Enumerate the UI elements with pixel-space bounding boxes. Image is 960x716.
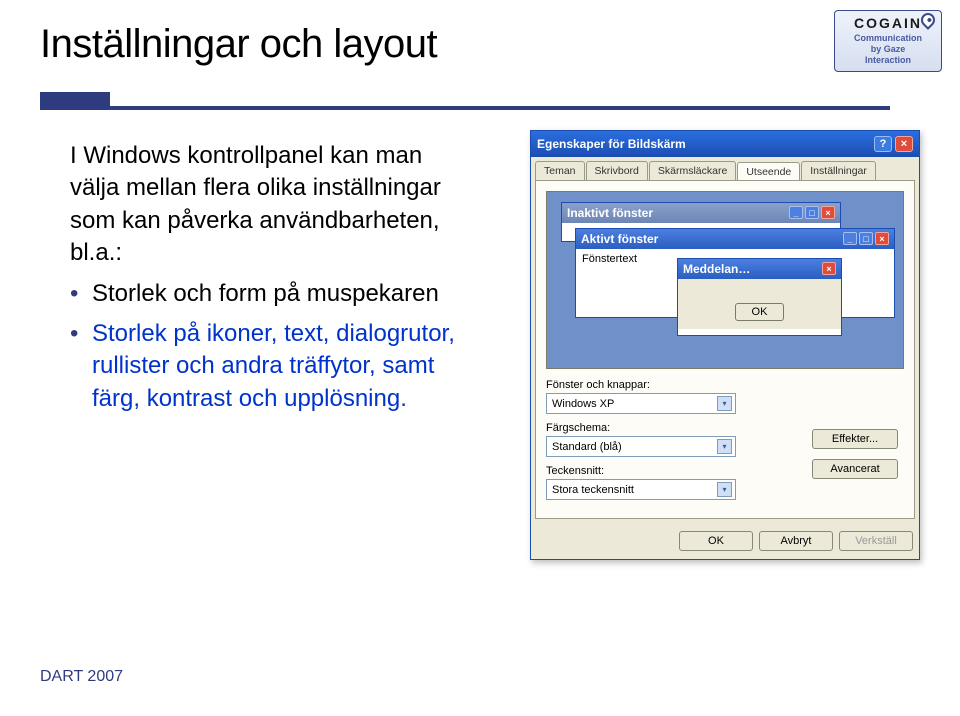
ok-button[interactable]: OK bbox=[735, 303, 785, 321]
title-underline bbox=[40, 92, 110, 110]
select-font-size[interactable]: Stora teckensnitt ▾ bbox=[546, 479, 736, 500]
minimize-icon: _ bbox=[843, 232, 857, 245]
page-title: Inställningar och layout bbox=[0, 0, 960, 67]
maximize-icon: □ bbox=[859, 232, 873, 245]
maximize-icon: □ bbox=[805, 206, 819, 219]
minimize-icon: _ bbox=[789, 206, 803, 219]
bullet-item: Storlek och form på muspekaren bbox=[70, 278, 470, 310]
body-text: I Windows kontrollpanel kan man välja me… bbox=[70, 140, 470, 423]
footer-text: DART 2007 bbox=[40, 668, 123, 686]
dialog-title-text: Egenskaper för Bildskärm bbox=[537, 137, 686, 151]
close-icon: × bbox=[821, 206, 835, 219]
label-windows-buttons: Fönster och knappar: bbox=[546, 379, 904, 391]
tab-settings[interactable]: Inställningar bbox=[801, 161, 876, 180]
slide: Inställningar och layout COGAIN Communic… bbox=[0, 0, 960, 716]
dialog-bottom-buttons: OK Avbryt Verkställ bbox=[531, 523, 919, 559]
tab-themes[interactable]: Teman bbox=[535, 161, 585, 180]
tab-strip: Teman Skrivbord Skärmsläckare Utseende I… bbox=[531, 157, 919, 180]
advanced-button[interactable]: Avancerat bbox=[812, 459, 898, 479]
bullet-item: Storlek på ikoner, text, dialogrutor, ru… bbox=[70, 318, 470, 415]
logo-tagline: Communication by Gaze Interaction bbox=[839, 33, 937, 65]
chevron-down-icon: ▾ bbox=[717, 482, 732, 497]
intro-paragraph: I Windows kontrollpanel kan man välja me… bbox=[70, 140, 470, 270]
apply-button[interactable]: Verkställ bbox=[839, 531, 913, 551]
help-button[interactable]: ? bbox=[874, 136, 892, 152]
appearance-preview: Inaktivt fönster _ □ × Aktivt fönster _ bbox=[546, 191, 904, 369]
preview-message-box: Meddelan… × OK bbox=[677, 258, 842, 336]
chevron-down-icon: ▾ bbox=[717, 439, 732, 454]
tab-appearance[interactable]: Utseende bbox=[737, 162, 800, 181]
tab-panel: Inaktivt fönster _ □ × Aktivt fönster _ bbox=[535, 180, 915, 519]
tab-screensaver[interactable]: Skärmsläckare bbox=[649, 161, 736, 180]
close-icon: × bbox=[875, 232, 889, 245]
tab-desktop[interactable]: Skrivbord bbox=[586, 161, 648, 180]
close-button[interactable]: × bbox=[895, 136, 913, 152]
select-color-scheme[interactable]: Standard (blå) ▾ bbox=[546, 436, 736, 457]
close-icon: × bbox=[822, 262, 836, 275]
ok-button[interactable]: OK bbox=[679, 531, 753, 551]
effects-button[interactable]: Effekter... bbox=[812, 429, 898, 449]
display-properties-dialog: Egenskaper för Bildskärm ? × Teman Skriv… bbox=[530, 130, 920, 560]
dialog-titlebar[interactable]: Egenskaper för Bildskärm ? × bbox=[531, 131, 919, 157]
cogain-logo: COGAIN Communication by Gaze Interaction bbox=[834, 10, 942, 72]
cancel-button[interactable]: Avbryt bbox=[759, 531, 833, 551]
chevron-down-icon: ▾ bbox=[717, 396, 732, 411]
select-windows-buttons[interactable]: Windows XP ▾ bbox=[546, 393, 736, 414]
